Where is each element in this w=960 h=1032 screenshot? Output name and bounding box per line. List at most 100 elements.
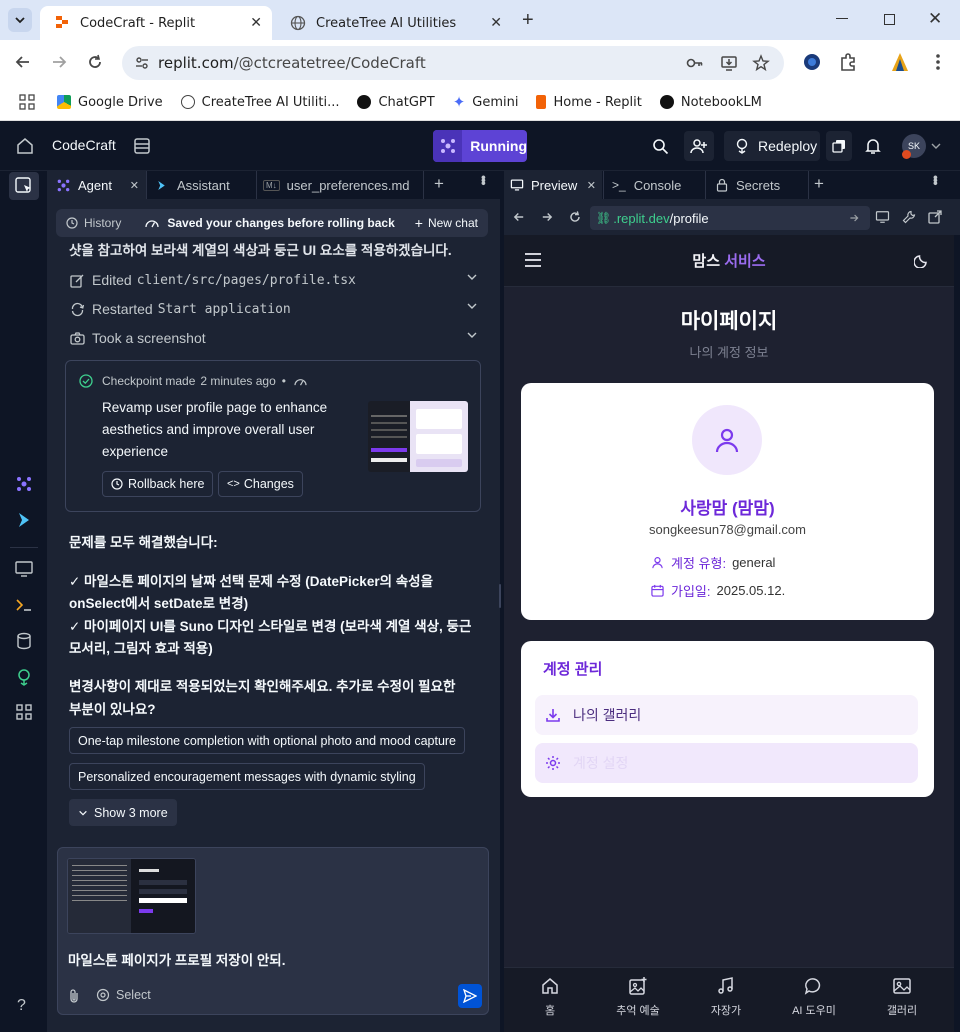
bookmark-notebooklm[interactable]: NotebookLM [659, 95, 762, 110]
bookmark-home-replit[interactable]: Home - Replit [536, 95, 642, 110]
suggestion-chip[interactable]: Personalized encouragement messages with… [69, 763, 425, 790]
bookmark-star-icon[interactable] [752, 54, 770, 72]
page-subtitle: 나의 계정 정보 [689, 345, 769, 360]
tab-user-preferences[interactable]: M↓ user_preferences.md [256, 171, 424, 199]
close-tab-icon[interactable]: ✕ [250, 15, 262, 31]
deploy-status-button[interactable] [826, 131, 852, 161]
back-icon[interactable] [512, 210, 526, 224]
bookmark-gemini[interactable]: ✦ Gemini [453, 95, 519, 110]
close-icon[interactable]: ✕ [130, 179, 139, 192]
nav-home[interactable]: 홈 [515, 976, 585, 1018]
omnibox[interactable]: replit.com/@ctcreatetree/CodeCraft [122, 46, 784, 80]
browser-tab-createtree[interactable]: CreateTree AI Utilities ✕ [276, 6, 512, 40]
dark-mode-moon-icon[interactable] [914, 252, 930, 268]
open-new-tab-icon[interactable] [928, 210, 942, 224]
close-tab-icon[interactable]: ✕ [490, 15, 502, 31]
tab-preview[interactable]: Preview ✕ [504, 171, 602, 199]
home-icon[interactable] [16, 137, 34, 155]
back-icon[interactable] [13, 52, 33, 72]
bookmark-createtree[interactable]: CreateTree AI Utiliti... [180, 95, 339, 110]
pane-resize-handle[interactable] [499, 584, 501, 608]
reload-icon[interactable] [85, 52, 105, 72]
agent-pane-tabs: Agent ✕ Assistant M↓ user_preferences.md… [48, 171, 500, 199]
assistant-tool-icon[interactable] [14, 510, 34, 530]
browser-menu-icon[interactable] [926, 50, 950, 74]
bookmark-chatgpt[interactable]: ChatGPT [357, 95, 435, 110]
tab-console[interactable]: >_ Console [603, 171, 705, 199]
preview-url-bar[interactable]: ⛓ .replit.dev /profile [590, 206, 870, 230]
suggestion-chip[interactable]: One-tap milestone completion with option… [69, 727, 466, 754]
action-restarted-workflow[interactable]: Restarted Start application [70, 298, 478, 320]
new-chat-button[interactable]: + New chat [415, 215, 478, 231]
nav-gallery[interactable]: 갤러리 [867, 976, 937, 1018]
chevron-down-icon[interactable] [466, 300, 478, 312]
chat-input-text[interactable]: 마일스톤 페이지가 프로필 저장이 안되. [68, 949, 285, 969]
rollback-here-button[interactable]: Rollback here [102, 471, 214, 497]
close-icon[interactable]: ✕ [587, 179, 596, 192]
console-icon[interactable] [14, 595, 34, 615]
search-icon[interactable] [652, 138, 669, 155]
chevron-down-icon[interactable] [466, 329, 478, 341]
arrow-right-icon[interactable] [848, 212, 860, 224]
devtools-wrench-icon[interactable] [902, 210, 916, 224]
add-tab-icon[interactable]: + [814, 174, 824, 194]
action-edited-file[interactable]: Edited client/src/pages/profile.tsx [70, 269, 478, 291]
profile-extension-icon[interactable] [800, 50, 824, 74]
minimize-button[interactable] [836, 18, 848, 19]
run-button[interactable]: Running [433, 130, 527, 162]
nav-lullaby[interactable]: 자장가 [691, 976, 761, 1018]
help-icon[interactable]: ? [17, 997, 26, 1015]
chevron-down-icon[interactable] [931, 142, 941, 150]
install-app-icon[interactable] [720, 54, 738, 72]
paperclip-icon[interactable] [67, 988, 81, 1004]
agent-cursor-icon[interactable] [14, 176, 34, 196]
password-key-icon[interactable] [686, 55, 704, 71]
site-brand[interactable]: 맘스 서비스 [504, 250, 954, 271]
add-tab-icon[interactable]: + [434, 174, 444, 194]
reload-icon[interactable] [567, 209, 583, 225]
menu-item-account-settings[interactable]: 계정 설정 [535, 743, 918, 783]
app-title[interactable]: CodeCraft [52, 137, 116, 153]
redeploy-button[interactable]: Redeploy [724, 131, 820, 161]
profile-avatar-icon[interactable] [888, 50, 912, 74]
all-tools-grid-icon[interactable] [14, 702, 34, 722]
browser-tab-replit[interactable]: CodeCraft - Replit ✕ [40, 6, 272, 40]
tab-secrets[interactable]: Secrets [705, 171, 809, 199]
extensions-puzzle-icon[interactable] [836, 50, 860, 74]
attached-screenshot[interactable] [67, 858, 196, 934]
forward-icon[interactable] [49, 52, 69, 72]
more-options-icon[interactable]: ••• [928, 175, 944, 184]
more-options-icon[interactable]: ••• [476, 175, 492, 184]
show-more-button[interactable]: Show 3 more [69, 799, 177, 826]
nav-memory-art[interactable]: 추억 예술 [603, 976, 673, 1018]
database-icon[interactable] [14, 631, 34, 651]
chevron-down-icon[interactable] [466, 271, 478, 283]
tab-agent[interactable]: Agent ✕ [48, 171, 146, 199]
changes-button[interactable]: <> Changes [218, 471, 303, 497]
tab-assistant[interactable]: Assistant [146, 171, 256, 199]
database-icon[interactable] [133, 137, 151, 155]
notification-bell-icon[interactable] [864, 137, 882, 155]
device-toggle-icon[interactable] [875, 210, 890, 224]
action-screenshot[interactable]: Took a screenshot [70, 327, 478, 349]
apps-grid-icon[interactable] [19, 94, 35, 110]
tab-search-button[interactable] [8, 8, 32, 32]
deployments-icon[interactable] [14, 667, 34, 687]
monitor-icon[interactable] [14, 559, 34, 579]
new-tab-button[interactable]: + [522, 9, 534, 32]
history-button[interactable]: History [66, 216, 121, 230]
nav-ai-helper[interactable]: AI 도우미 [779, 976, 849, 1018]
forward-icon[interactable] [540, 210, 554, 224]
bookmark-google-drive[interactable]: Google Drive [57, 95, 163, 110]
maximize-button[interactable] [884, 14, 895, 25]
invite-user-button[interactable] [684, 131, 714, 161]
send-button[interactable] [458, 984, 482, 1008]
close-window-button[interactable]: ✕ [928, 9, 942, 29]
chat-input-box[interactable]: 마일스톤 페이지가 프로필 저장이 안되. Select [57, 847, 489, 1015]
select-element-button[interactable]: Select [96, 988, 151, 1002]
agent-tool-icon[interactable] [14, 474, 34, 494]
site-settings-icon[interactable] [134, 55, 150, 71]
checkpoint-thumbnail[interactable] [368, 401, 468, 472]
preview-scrollbar[interactable] [954, 235, 960, 1032]
menu-item-my-gallery[interactable]: 나의 갤러리 [535, 695, 918, 735]
